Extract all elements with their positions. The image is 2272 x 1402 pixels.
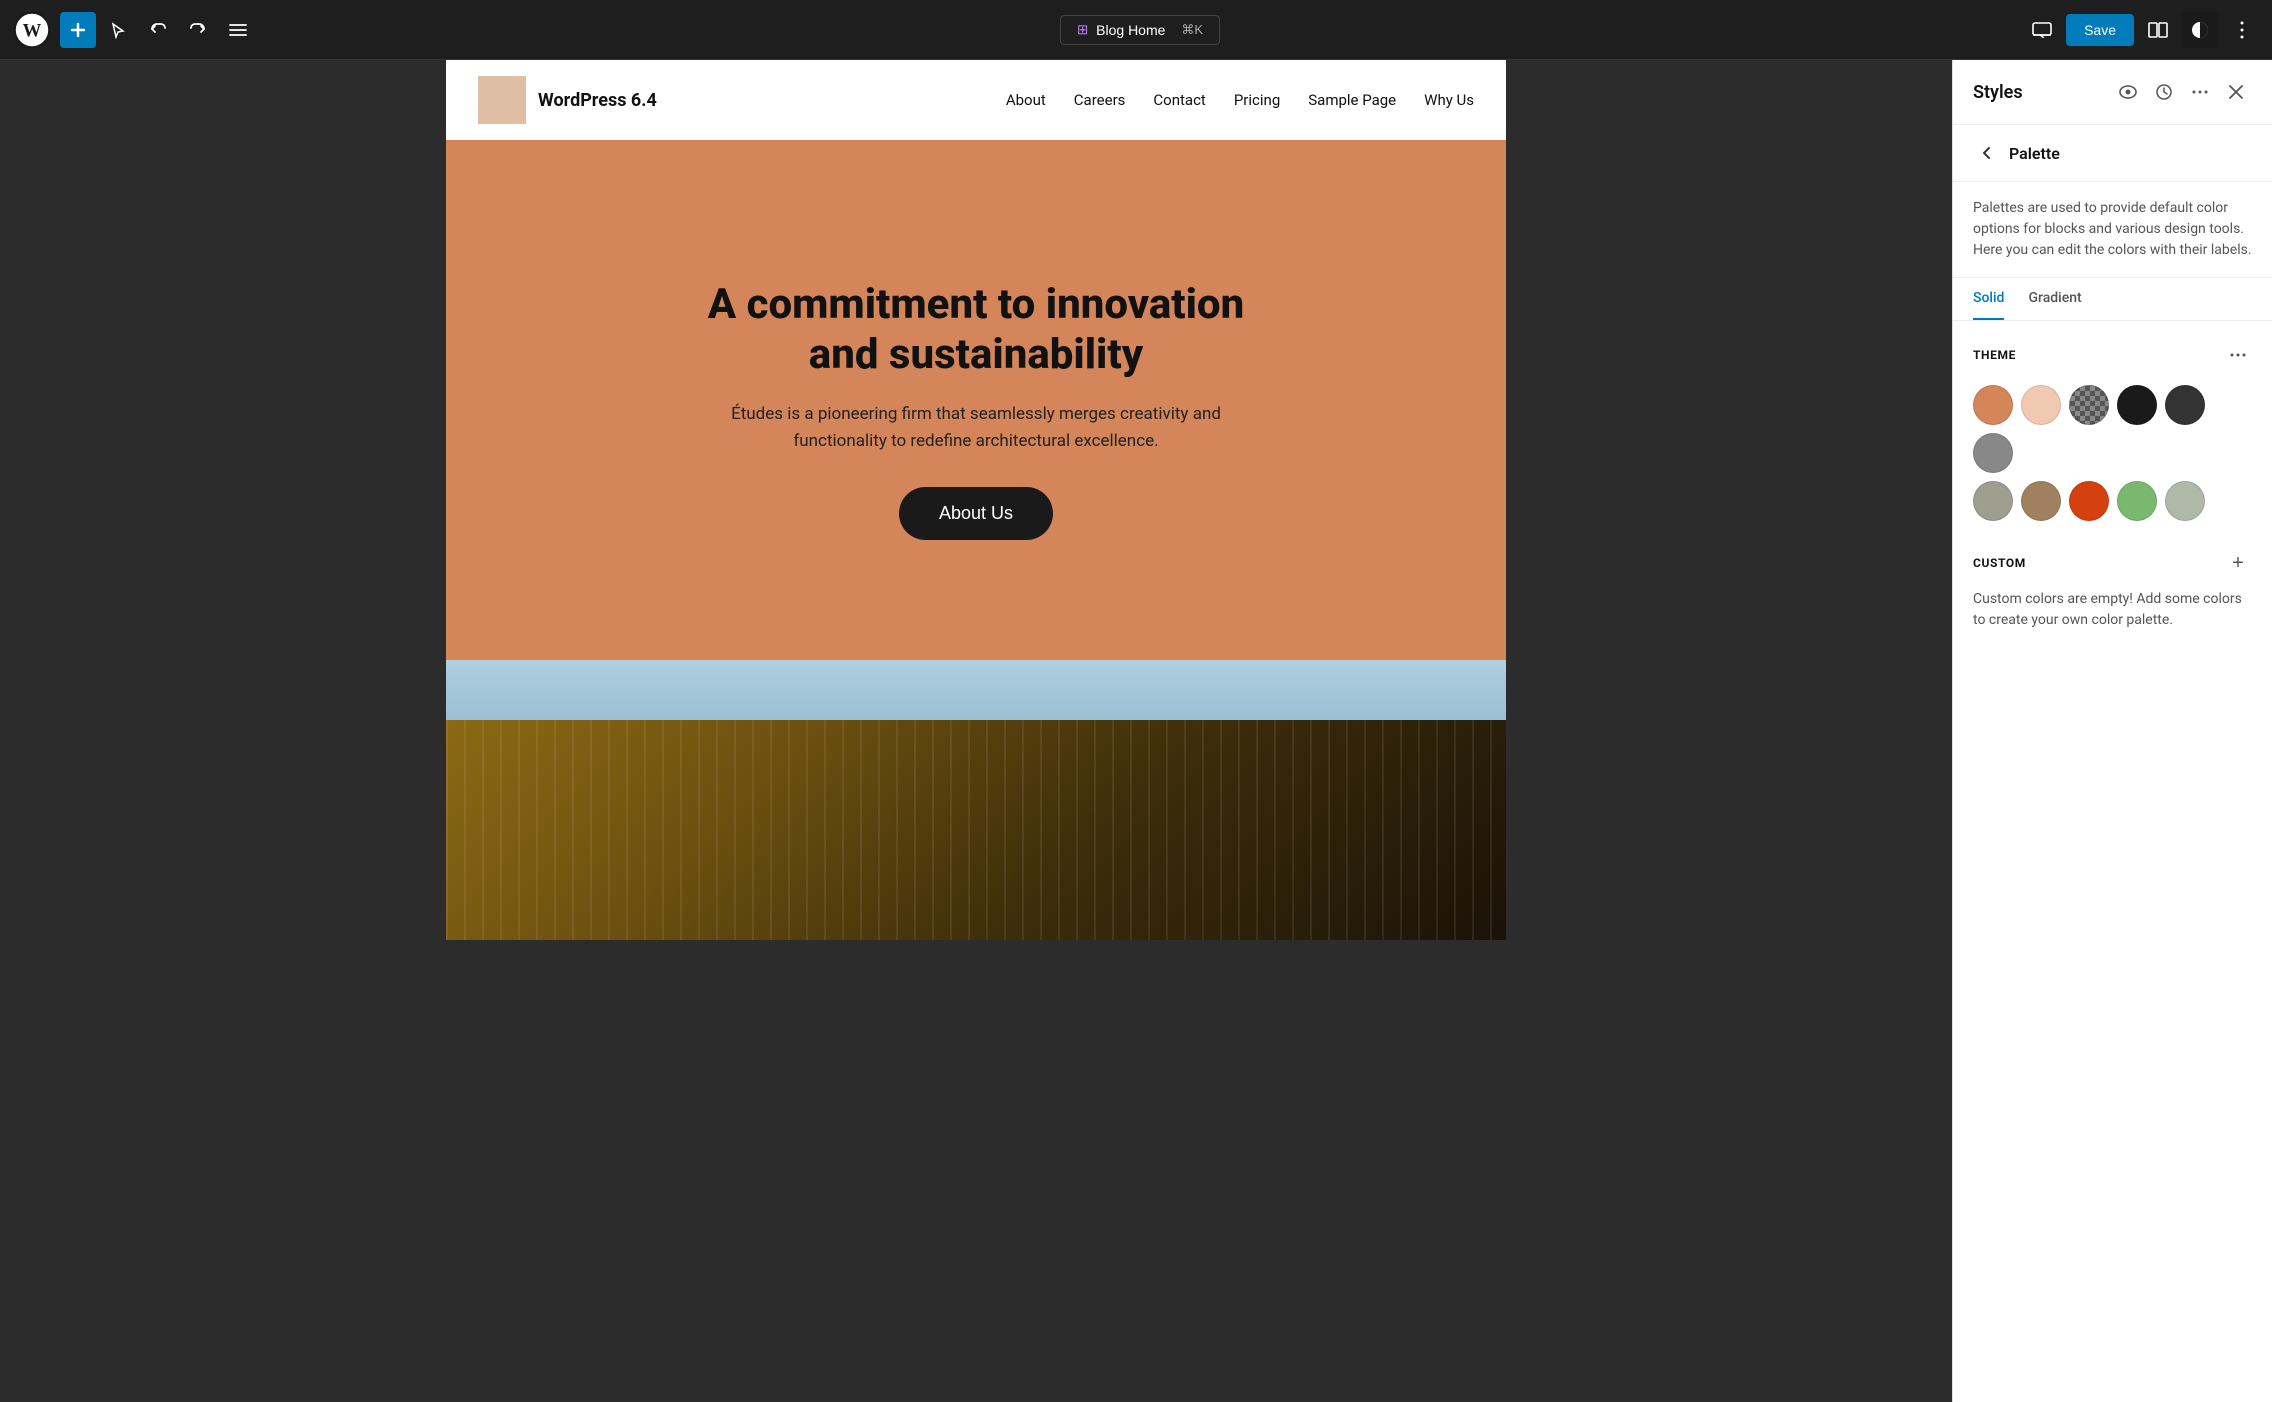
site-logo <box>478 76 526 124</box>
building-lines <box>446 720 1506 940</box>
hero-title: A commitment to innovation and sustainab… <box>676 280 1276 381</box>
canvas: WordPress 6.4 About Careers Contact Pric… <box>0 60 1952 1402</box>
panel-close-button[interactable] <box>2220 76 2252 108</box>
devices-button[interactable] <box>2024 12 2060 48</box>
palette-back-button[interactable] <box>1973 139 2001 167</box>
toolbar-center: ⊞ Blog Home ⌘K <box>260 15 2020 45</box>
panel-history-button[interactable] <box>2148 76 2180 108</box>
color-swatch-light-sage[interactable] <box>2165 481 2205 521</box>
custom-section-title: CUSTOM <box>1973 556 2026 570</box>
building-section <box>446 660 1506 940</box>
panel-title: Styles <box>1973 82 2023 103</box>
theme-section-title: THEME <box>1973 348 2016 362</box>
hero-section: A commitment to innovation and sustainab… <box>446 140 1506 660</box>
right-panel: Styles <box>1952 60 2272 1402</box>
color-swatch-warm-sand[interactable] <box>1973 385 2013 425</box>
nav-links: About Careers Contact Pricing Sample Pag… <box>1006 91 1474 109</box>
toolbar-right: Save <box>2024 12 2260 48</box>
color-swatch-charcoal-pattern[interactable] <box>2069 385 2109 425</box>
color-swatch-sage-green[interactable] <box>2117 481 2157 521</box>
select-tool-button[interactable] <box>100 12 136 48</box>
template-icon: ⊞ <box>1077 22 1088 38</box>
tab-gradient[interactable]: Gradient <box>2028 278 2081 320</box>
hero-cta-button[interactable]: About Us <box>899 487 1053 540</box>
theme-color-swatches-row1 <box>1973 385 2252 473</box>
panel-header: Styles <box>1953 60 2272 125</box>
color-swatch-medium-gray[interactable] <box>1973 433 2013 473</box>
palette-tabs: Solid Gradient <box>1953 278 2272 321</box>
template-name: Blog Home <box>1096 22 1165 38</box>
view-toggle-button[interactable] <box>2140 12 2176 48</box>
save-button[interactable]: Save <box>2066 14 2134 46</box>
site-nav: WordPress 6.4 About Careers Contact Pric… <box>446 60 1506 140</box>
toolbar: W ⊞ Blog Home <box>0 0 2272 60</box>
theme-section: THEME <box>1953 321 2272 549</box>
color-swatch-black[interactable] <box>2117 385 2157 425</box>
custom-section: CUSTOM + Custom colors are empty! Add so… <box>1953 549 2272 651</box>
template-shortcut: ⌘K <box>1181 22 1203 38</box>
color-swatch-light-peach[interactable] <box>2021 385 2061 425</box>
add-block-button[interactable] <box>60 12 96 48</box>
site-logo-area: WordPress 6.4 <box>478 76 657 124</box>
wp-logo[interactable]: W <box>12 10 52 50</box>
building-image <box>446 720 1506 940</box>
template-selector-button[interactable]: ⊞ Blog Home ⌘K <box>1060 15 1220 45</box>
nav-link-careers[interactable]: Careers <box>1074 91 1126 109</box>
nav-link-whyus[interactable]: Why Us <box>1424 91 1474 109</box>
color-swatch-tan[interactable] <box>2021 481 2061 521</box>
dark-mode-toggle[interactable] <box>2182 12 2218 48</box>
palette-title: Palette <box>2009 144 2060 163</box>
theme-more-button[interactable] <box>2224 341 2252 369</box>
custom-add-color-button[interactable]: + <box>2224 549 2252 577</box>
theme-color-swatches-row2 <box>1973 481 2252 521</box>
panel-more-button[interactable] <box>2184 76 2216 108</box>
main-area: WordPress 6.4 About Careers Contact Pric… <box>0 60 2272 1402</box>
page-preview: WordPress 6.4 About Careers Contact Pric… <box>446 60 1506 940</box>
panel-preview-button[interactable] <box>2112 76 2144 108</box>
custom-empty-text: Custom colors are empty! Add some colors… <box>1973 589 2252 631</box>
svg-text:W: W <box>23 20 42 41</box>
color-swatch-sage-gray[interactable] <box>1973 481 2013 521</box>
color-swatch-orange-red[interactable] <box>2069 481 2109 521</box>
tab-solid[interactable]: Solid <box>1973 278 2004 320</box>
list-view-button[interactable] <box>220 12 256 48</box>
site-name: WordPress 6.4 <box>538 90 657 111</box>
nav-link-about[interactable]: About <box>1006 91 1046 109</box>
hero-subtitle: Études is a pioneering firm that seamles… <box>696 401 1256 455</box>
redo-button[interactable] <box>180 12 216 48</box>
theme-section-header: THEME <box>1973 341 2252 369</box>
panel-header-icons <box>2112 76 2252 108</box>
nav-link-sample[interactable]: Sample Page <box>1308 91 1396 109</box>
custom-section-header: CUSTOM + <box>1973 549 2252 577</box>
undo-button[interactable] <box>140 12 176 48</box>
palette-description: Palettes are used to provide default col… <box>1953 182 2272 278</box>
color-swatch-dark-gray[interactable] <box>2165 385 2205 425</box>
palette-nav: Palette <box>1953 125 2272 182</box>
more-options-button[interactable] <box>2224 12 2260 48</box>
nav-link-pricing[interactable]: Pricing <box>1234 91 1280 109</box>
nav-link-contact[interactable]: Contact <box>1153 91 1205 109</box>
